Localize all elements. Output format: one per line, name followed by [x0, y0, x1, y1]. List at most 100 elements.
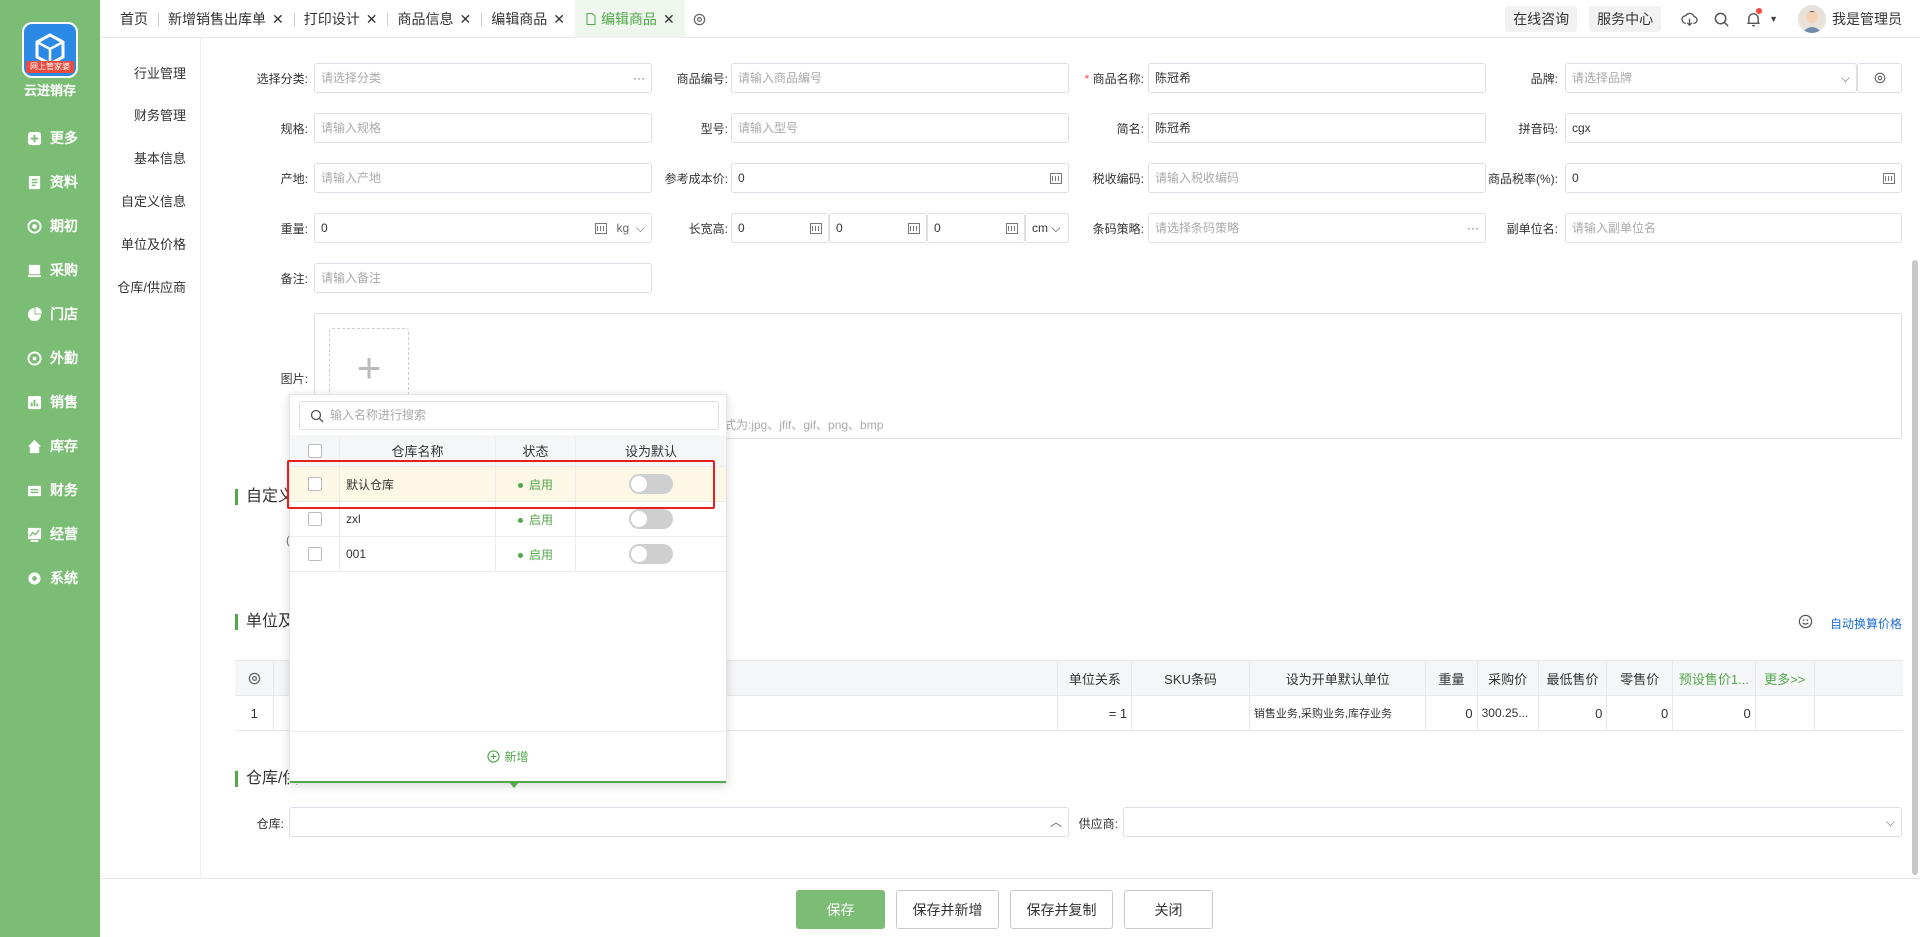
service-center-button[interactable]: 服务中心: [1589, 6, 1662, 32]
subunit-input[interactable]: 请输入副单位名: [1565, 213, 1902, 243]
close-icon[interactable]: ✕: [553, 11, 565, 28]
close-icon[interactable]: ✕: [366, 11, 378, 28]
origin-input[interactable]: 请输入产地: [314, 163, 652, 193]
user-menu[interactable]: 我是管理员: [1798, 5, 1902, 33]
online-consult-button[interactable]: 在线咨询: [1505, 6, 1578, 32]
warehouse-select[interactable]: ︿: [289, 807, 1069, 837]
top-bar: 首页 新增销售出库单 ✕ 打印设计 ✕ 商品信息 ✕ 编辑商品 ✕ 编辑商品 ✕ 在线咨询…: [100, 0, 1920, 38]
cell-sku[interactable]: [1132, 696, 1250, 730]
save-and-copy-button[interactable]: 保存并复制: [1010, 890, 1113, 929]
tab-product-info[interactable]: 商品信息 ✕: [387, 0, 481, 38]
anchor-unit-price[interactable]: 单位及价格: [121, 234, 186, 253]
supplier-select[interactable]: ⌵: [1123, 807, 1902, 837]
width-input[interactable]: 0: [829, 213, 927, 243]
anchor-basic-info[interactable]: 基本信息: [134, 148, 186, 167]
tab-print-design[interactable]: 打印设计 ✕: [293, 0, 388, 38]
calculator-icon[interactable]: [1050, 172, 1062, 184]
taxcode-input[interactable]: 请输入税收编码: [1148, 163, 1486, 193]
remark-input[interactable]: 请输入备注: [314, 263, 652, 293]
brand-select[interactable]: 请选择品牌 ⌵: [1565, 63, 1857, 93]
sidebar-item-inventory[interactable]: 库存: [0, 424, 100, 468]
more-dots-icon[interactable]: ···: [1467, 214, 1479, 242]
cloud-download-icon[interactable]: [1673, 0, 1705, 38]
cell-default-unit[interactable]: 销售业务,采购业务,库存业务: [1250, 696, 1427, 730]
sidebar-item-data[interactable]: 资料: [0, 160, 100, 204]
cell-weight[interactable]: 0: [1426, 696, 1478, 730]
weight-input[interactable]: 0 kg ⌵: [314, 213, 652, 243]
cell-min-price[interactable]: 0: [1539, 696, 1608, 730]
height-input[interactable]: 0: [927, 213, 1025, 243]
sidebar-item-purchase[interactable]: 采购: [0, 248, 100, 292]
anchor-industry[interactable]: 行业管理: [134, 63, 186, 82]
cost-input[interactable]: 0: [731, 163, 1069, 193]
calculator-icon[interactable]: [594, 222, 607, 234]
anchor-warehouse-supplier[interactable]: 仓库/供应商: [117, 277, 186, 296]
weight-unit-select[interactable]: kg: [617, 214, 630, 242]
calculator-icon[interactable]: [908, 222, 920, 234]
calculator-icon[interactable]: [1006, 222, 1018, 234]
sidebar-item-more[interactable]: 更多: [0, 116, 100, 160]
calculator-icon[interactable]: [1883, 172, 1895, 184]
short-name-input[interactable]: 陈冠希: [1148, 113, 1486, 143]
tab-home[interactable]: 首页: [110, 0, 158, 38]
sidebar-item-initial[interactable]: 期初: [0, 204, 100, 248]
save-and-new-button[interactable]: 保存并新增: [896, 890, 999, 929]
col-more-link[interactable]: 更多>>: [1756, 661, 1815, 695]
sidebar-item-sales[interactable]: 销售: [0, 380, 100, 424]
cell-relation[interactable]: = 1: [1058, 696, 1133, 730]
col-preset-price[interactable]: 预设售价1...: [1673, 661, 1756, 695]
model-input[interactable]: 请输入型号: [731, 113, 1069, 143]
taxrate-input[interactable]: 0: [1565, 163, 1902, 193]
plus-circle-icon: [487, 750, 501, 763]
sidebar-item-finance[interactable]: 财务: [0, 468, 100, 512]
tab-settings-gear-icon[interactable]: [685, 0, 715, 38]
default-toggle[interactable]: [576, 537, 726, 571]
caret-down-icon[interactable]: ▼: [1769, 14, 1778, 24]
auto-convert-price-link[interactable]: 自动换算价格: [1830, 615, 1902, 632]
dims-unit-select[interactable]: cm ⌵: [1025, 213, 1069, 243]
brand-settings-gear-icon[interactable]: [1857, 63, 1902, 93]
gear-icon: [26, 570, 42, 586]
col-unit-relation: 单位关系: [1058, 661, 1133, 695]
barcode-select[interactable]: 请选择条码策略 ···: [1148, 213, 1486, 243]
image-format-hint: 式为:jpg、jfif、gif、png、bmp: [724, 418, 884, 432]
anchor-finance[interactable]: 财务管理: [134, 105, 186, 124]
cell-retail-price[interactable]: 0: [1607, 696, 1674, 730]
name-input[interactable]: 陈冠希: [1148, 63, 1486, 93]
scrollbar[interactable]: [1912, 260, 1918, 875]
close-icon[interactable]: ✕: [663, 11, 675, 28]
close-icon[interactable]: ✕: [459, 11, 471, 28]
chevron-up-icon: ︿: [1049, 815, 1062, 829]
close-button[interactable]: 关闭: [1124, 890, 1213, 929]
sidebar-item-store[interactable]: 门店: [0, 292, 100, 336]
bell-icon[interactable]: [1737, 0, 1769, 38]
sidebar-item-field[interactable]: 外勤: [0, 336, 100, 380]
anchor-custom-info[interactable]: 自定义信息: [121, 191, 186, 210]
search-icon[interactable]: [1705, 0, 1737, 38]
more-dots-icon[interactable]: ···: [633, 64, 645, 92]
row-checkbox[interactable]: [290, 537, 340, 571]
smile-icon[interactable]: [1798, 614, 1813, 632]
close-icon[interactable]: ✕: [272, 11, 284, 28]
category-select[interactable]: 请选择分类 ···: [314, 63, 652, 93]
pinyin-input[interactable]: cgx: [1565, 113, 1902, 143]
table-settings-gear-icon[interactable]: [235, 661, 275, 695]
cell-preset-price[interactable]: 0: [1673, 696, 1756, 730]
code-input[interactable]: 请输入商品编号: [731, 63, 1069, 93]
tab-new-sales-outbound[interactable]: 新增销售出库单 ✕: [158, 0, 294, 38]
status-text: 启用: [528, 512, 553, 527]
spec-input[interactable]: 请输入规格: [314, 113, 652, 143]
tab-edit-product[interactable]: 编辑商品 ✕: [481, 0, 575, 38]
list-item[interactable]: 001 启用: [290, 537, 726, 572]
sidebar-item-system[interactable]: 系统: [0, 556, 100, 600]
side-nav: 更多 资料 期初 采购 门店 外勤 销售 库存 财务 经营 系统: [0, 116, 100, 600]
sidebar-item-business[interactable]: 经营: [0, 512, 100, 556]
add-warehouse-button[interactable]: 新增: [290, 731, 726, 781]
annotation-highlight-box: [287, 460, 715, 509]
calculator-icon[interactable]: [810, 222, 822, 234]
warehouse-search-input[interactable]: 输入名称进行搜索: [299, 401, 719, 430]
save-button[interactable]: 保存: [796, 890, 885, 929]
cell-purchase-price[interactable]: 300.25...: [1478, 696, 1539, 730]
length-input[interactable]: 0: [731, 213, 829, 243]
tab-edit-product-active[interactable]: 编辑商品 ✕: [574, 0, 685, 38]
